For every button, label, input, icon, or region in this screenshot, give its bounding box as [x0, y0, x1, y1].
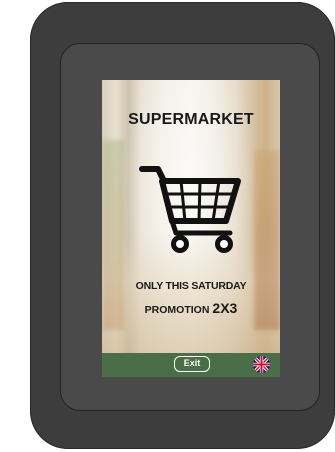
promo-line-date: ONLY THIS SATURDAY — [135, 280, 247, 292]
shopping-cart-icon — [139, 166, 241, 253]
footer-bar: Exit — [102, 353, 280, 377]
promo-value: 2X3 — [212, 300, 238, 316]
store-title: SUPERMARKET — [128, 111, 254, 128]
promo-label: PROMOTION — [144, 304, 210, 316]
uk-flag-icon[interactable] — [253, 356, 270, 373]
exit-button[interactable]: Exit — [174, 356, 210, 372]
kiosk-screen: SUPERMARKET ONLY THIS SATURDAY PROMOTION… — [102, 80, 280, 377]
promo-line-offer: PROMOTION 2X3 — [102, 300, 280, 316]
